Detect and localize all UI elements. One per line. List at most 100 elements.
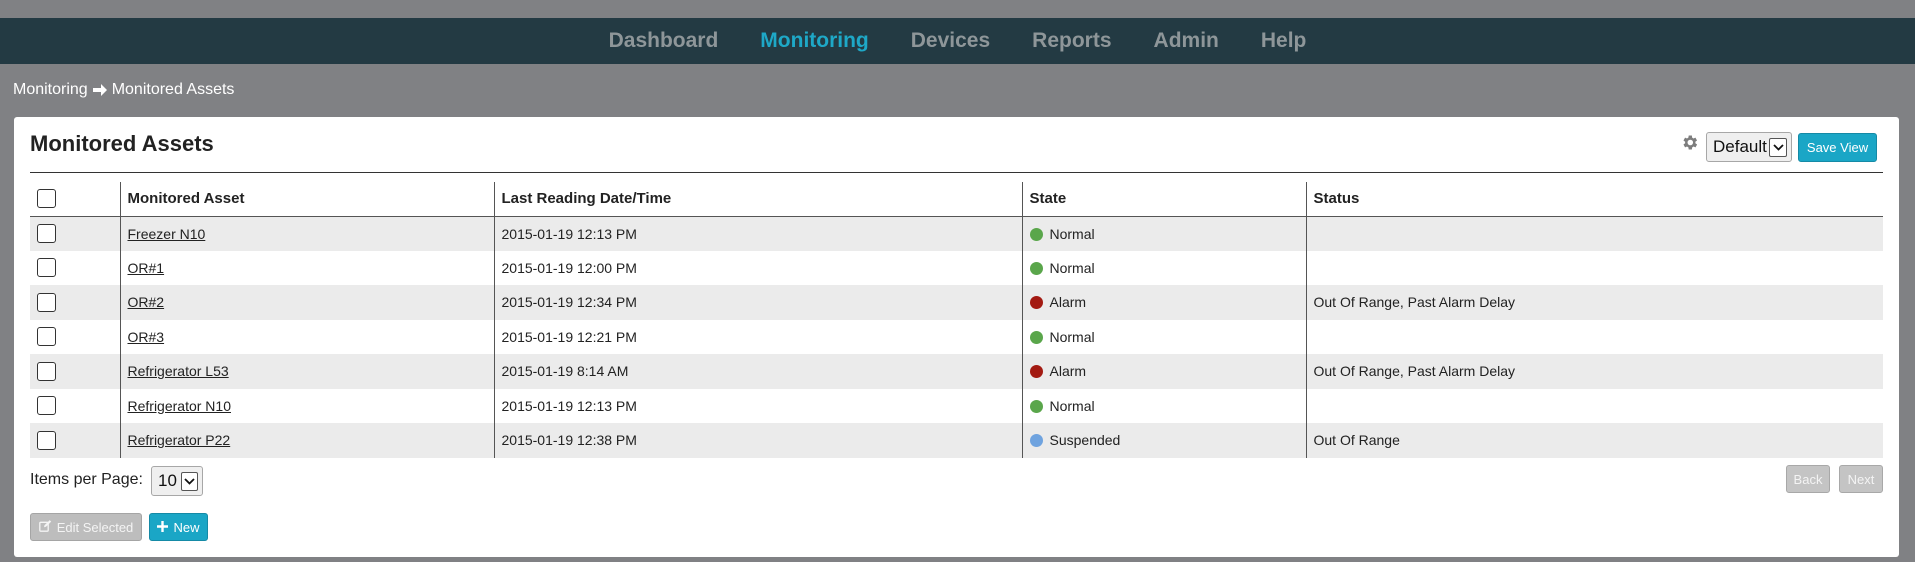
breadcrumb-parent[interactable]: Monitoring [13,81,88,99]
nav-item-reports[interactable]: Reports [1032,29,1111,53]
page-title: Monitored Assets [30,131,214,156]
row-checkbox[interactable] [37,224,56,243]
state-cell: Normal [1021,216,1306,251]
asset-cell: Refrigerator L53 [119,354,494,389]
datetime-cell: 2015-01-19 12:13 PM [493,388,1022,423]
nav-item-admin[interactable]: Admin [1154,29,1219,53]
breadcrumb: Monitoring Monitored Assets [13,80,234,100]
asset-link[interactable]: OR#2 [128,294,165,310]
save-view-button[interactable]: Save View [1798,133,1877,162]
asset-link[interactable]: OR#3 [128,329,165,345]
state-dot-icon [1029,296,1043,310]
asset-link[interactable]: Refrigerator N10 [128,398,232,414]
row-checkbox[interactable] [37,327,56,347]
title-divider [30,172,1883,173]
table-row: Refrigerator L53 2015-01-19 8:14 AM Alar… [30,354,1883,389]
status-cell: Out Of Range, Past Alarm Delay [1305,285,1883,320]
select-all-checkbox[interactable] [37,189,56,209]
items-per-page-label: Items per Page: [30,471,143,488]
row-select-cell [30,285,120,320]
nav-item-dashboard[interactable]: Dashboard [609,29,719,53]
table-row: Refrigerator N10 2015-01-19 12:13 PM Nor… [30,388,1883,424]
datetime-cell: 2015-01-19 12:13 PM [493,216,1022,251]
view-select-value: Default [1713,137,1767,156]
status-cell: Out Of Range [1305,423,1883,458]
state-cell: Alarm [1021,285,1306,320]
row-checkbox[interactable] [37,292,56,312]
view-select[interactable]: Default [1706,132,1792,162]
row-checkbox[interactable] [37,430,56,450]
state-label: Alarm [1049,363,1087,380]
header-status[interactable]: Status [1305,182,1883,217]
status-cell: Out Of Range, Past Alarm Delay [1305,354,1883,389]
asset-cell: Refrigerator N10 [119,388,494,423]
state-cell: Normal [1021,388,1306,423]
plus-icon [157,520,169,535]
table-row: OR#2 2015-01-19 12:34 PM Alarm Out Of Ra… [30,285,1883,320]
breadcrumb-current: Monitored Assets [111,81,235,98]
nav-item-devices[interactable]: Devices [911,29,990,53]
header-select-all [30,182,120,217]
items-per-page-select[interactable]: 10 [151,466,203,496]
asset-cell: OR#2 [119,285,494,320]
next-button[interactable]: Next [1839,465,1883,493]
state-cell: Normal [1021,250,1306,285]
row-checkbox[interactable] [37,396,56,416]
header-state[interactable]: State [1021,182,1306,217]
row-select-cell [30,251,120,286]
asset-link[interactable]: Refrigerator L53 [128,363,229,379]
table-row: Freezer N10 2015-01-19 12:13 PM Normal [30,216,1883,251]
state-dot-icon [1029,227,1043,241]
status-cell [1305,250,1883,285]
row-checkbox[interactable] [37,258,56,278]
nav-item-help[interactable]: Help [1261,29,1307,53]
row-select-cell [30,389,120,424]
chevron-down-icon [1769,138,1787,157]
state-dot-icon [1029,330,1043,344]
state-label: Normal [1049,328,1095,345]
state-label: Normal [1049,259,1095,276]
gear-icon[interactable] [1680,133,1699,157]
state-label: Normal [1049,397,1095,414]
monitored-assets-panel: Monitored Assets Default Save View Monit… [14,117,1899,557]
asset-cell: Freezer N10 [119,216,494,251]
asset-link[interactable]: OR#1 [128,260,165,276]
asset-cell: OR#3 [119,319,494,354]
top-navigation: Dashboard Monitoring Devices Reports Adm… [0,18,1915,64]
table-header-row: Monitored Asset Last Reading Date/Time S… [30,182,1883,217]
datetime-cell: 2015-01-19 8:14 AM [493,354,1022,389]
row-select-cell [30,423,120,458]
edit-icon [38,519,52,535]
datetime-cell: 2015-01-19 12:00 PM [493,250,1022,285]
state-dot-icon [1029,365,1043,379]
edit-selected-label: Edit Selected [56,519,134,535]
back-button[interactable]: Back [1786,465,1830,493]
state-dot-icon [1029,434,1043,448]
table-row: Refrigerator P22 2015-01-19 12:38 PM Sus… [30,423,1883,458]
state-label: Alarm [1049,294,1087,311]
state-cell: Suspended [1021,423,1306,458]
asset-link[interactable]: Refrigerator P22 [128,432,231,448]
asset-link[interactable]: Freezer N10 [128,226,206,242]
status-cell [1305,216,1883,251]
state-dot-icon [1029,399,1043,413]
assets-table: Monitored Asset Last Reading Date/Time S… [30,182,1883,458]
state-cell: Normal [1021,319,1306,354]
chevron-down-icon [181,472,198,491]
state-cell: Alarm [1021,354,1306,389]
arrow-right-icon [92,83,108,97]
header-monitored-asset[interactable]: Monitored Asset [119,182,494,217]
row-checkbox[interactable] [37,361,56,381]
state-dot-icon [1029,261,1043,275]
asset-cell: Refrigerator P22 [119,423,494,458]
nav-item-monitoring[interactable]: Monitoring [760,29,868,53]
edit-selected-button[interactable]: Edit Selected [30,513,142,541]
header-last-reading[interactable]: Last Reading Date/Time [493,182,1022,217]
state-label: Normal [1049,225,1095,242]
row-select-cell [30,216,120,251]
new-button[interactable]: New [149,513,208,541]
row-select-cell [30,354,120,389]
row-select-cell [30,320,120,355]
items-per-page-value: 10 [158,471,177,490]
status-cell [1305,388,1883,423]
